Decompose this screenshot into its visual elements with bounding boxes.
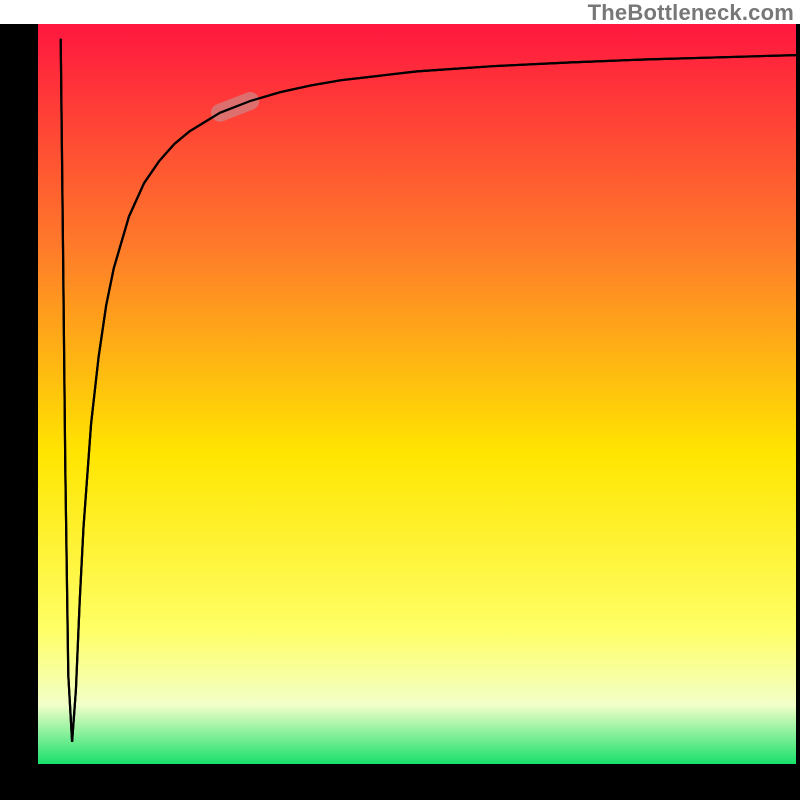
chart-container: TheBottleneck.com bbox=[0, 0, 800, 800]
axis-border-left bbox=[0, 0, 38, 800]
chart-svg bbox=[0, 0, 800, 800]
axis-border-bottom bbox=[0, 764, 800, 800]
watermark-text: TheBottleneck.com bbox=[588, 0, 794, 26]
axis-border-right bbox=[796, 0, 800, 800]
plot-background bbox=[38, 24, 796, 764]
